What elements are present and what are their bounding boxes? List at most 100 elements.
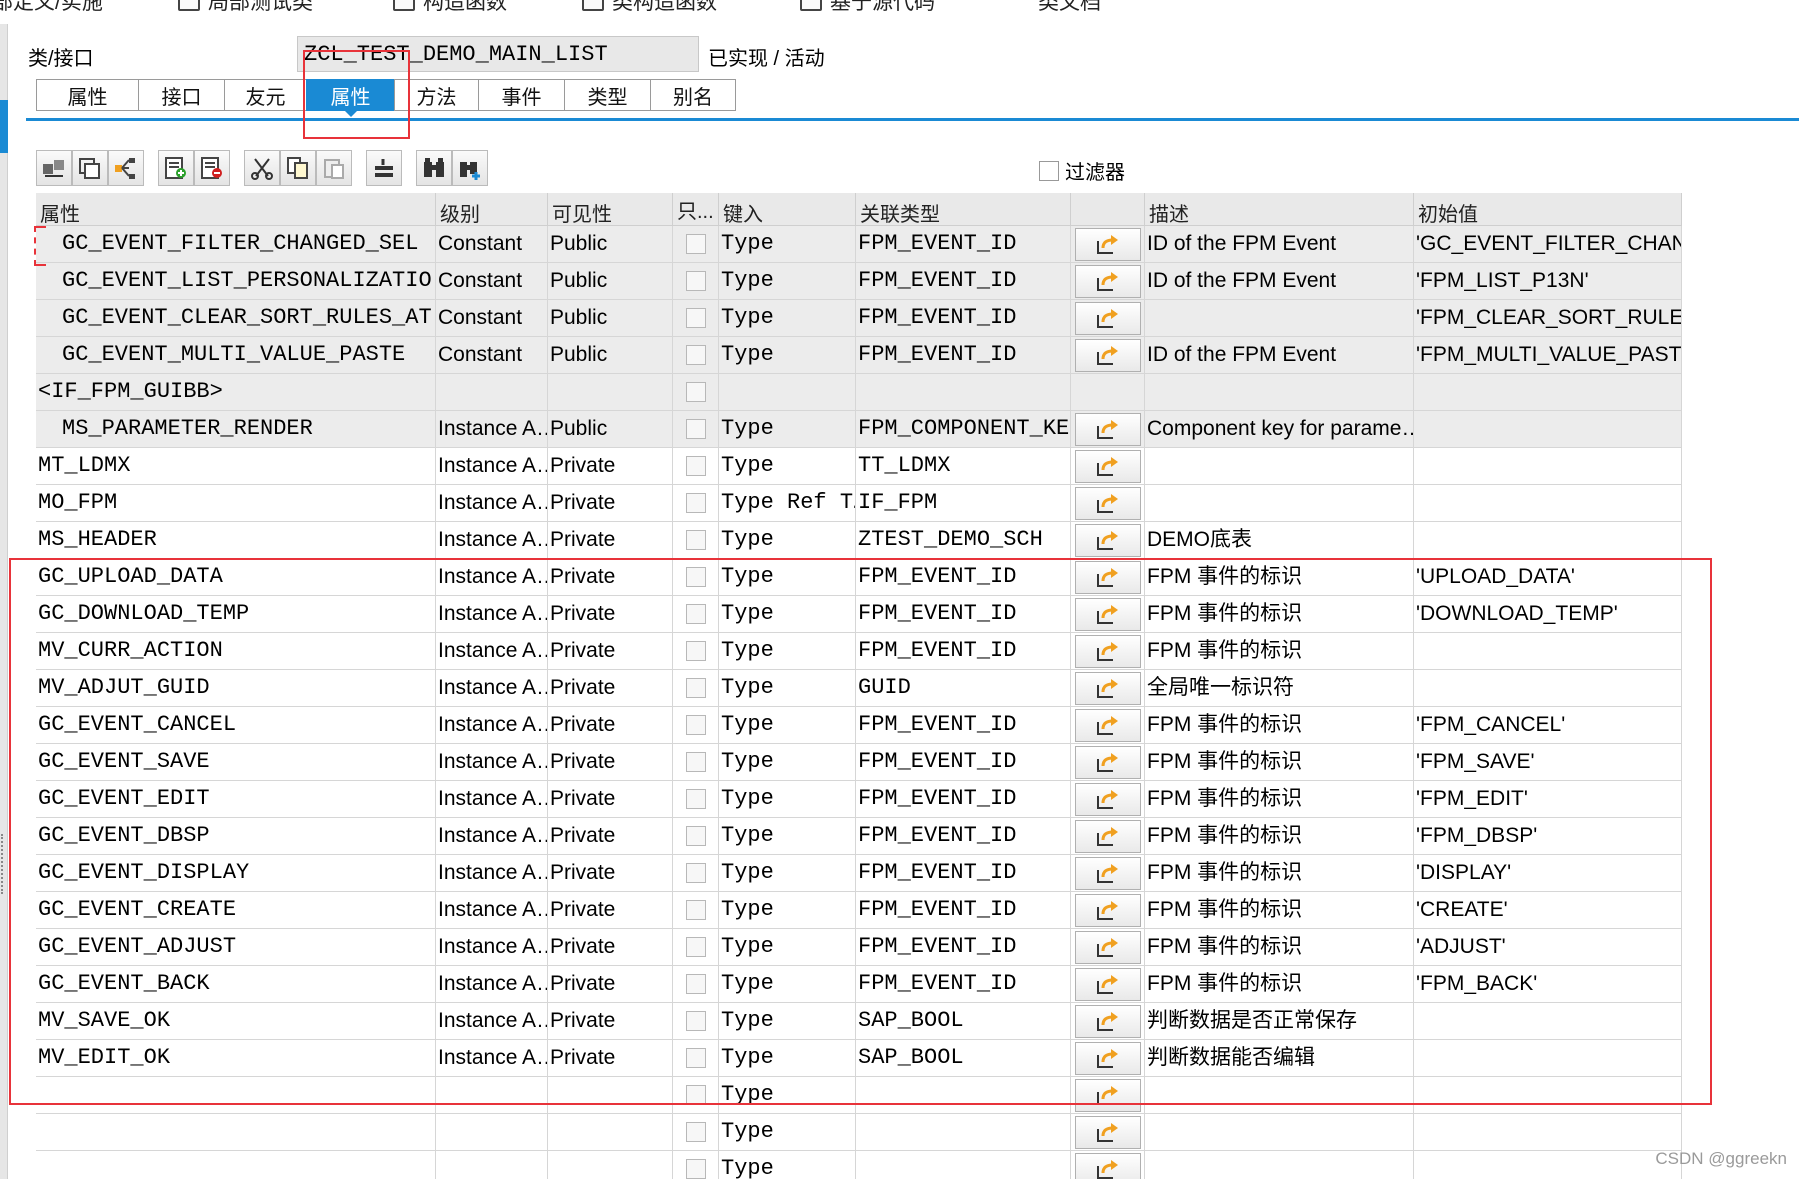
find-next-icon[interactable] [452, 150, 488, 186]
level-cell[interactable]: Instance A… [436, 522, 548, 558]
table-row[interactable]: <IF_FPM_GUIBB> [36, 374, 1682, 411]
level-cell[interactable] [436, 374, 548, 410]
initial-value-cell[interactable] [1414, 1114, 1682, 1150]
description-cell[interactable]: DEMO底表 [1145, 522, 1414, 558]
level-cell[interactable] [436, 1151, 548, 1179]
navigate-arrow-icon[interactable] [1074, 449, 1141, 483]
level-cell[interactable]: Constant [436, 226, 548, 262]
associated-type-cell[interactable]: FPM_EVENT_ID [856, 226, 1071, 262]
associated-type-cell[interactable] [856, 1114, 1071, 1150]
local-types-icon[interactable] [36, 150, 72, 186]
description-cell[interactable]: ID of the FPM Event [1145, 337, 1414, 373]
column-header-level[interactable]: 级别 [436, 193, 548, 225]
table-row[interactable]: Type [36, 1151, 1682, 1179]
visibility-cell[interactable]: Private [548, 485, 673, 521]
initial-value-cell[interactable] [1414, 411, 1682, 447]
typing-cell[interactable]: Type [719, 448, 856, 484]
associated-type-cell[interactable]: ZTEST_DEMO_SCH [856, 522, 1071, 558]
menu-item-class-constructor[interactable]: 类构造函数 [582, 0, 717, 16]
table-row[interactable]: MT_LDMX Instance A… Private Type TT_LDMX [36, 448, 1682, 485]
tab-friends[interactable]: 友元 [224, 79, 306, 111]
tab-properties[interactable]: 属性 [36, 79, 138, 111]
detail-icon[interactable] [366, 150, 402, 186]
navigate-arrow-icon[interactable] [1074, 264, 1141, 298]
readonly-checkbox[interactable] [685, 345, 706, 365]
readonly-checkbox[interactable] [685, 419, 706, 439]
typing-cell[interactable]: Type [719, 337, 856, 373]
insert-row-icon[interactable] [158, 150, 194, 186]
readonly-checkbox[interactable] [685, 493, 706, 513]
level-cell[interactable] [436, 1114, 548, 1150]
cut-icon[interactable] [244, 150, 280, 186]
menu-item-source-based[interactable]: 基于源代码 [800, 0, 935, 16]
typing-cell[interactable]: Type [719, 522, 856, 558]
attribute-cell[interactable]: <IF_FPM_GUIBB> [36, 374, 436, 410]
table-row[interactable]: GC_EVENT_MULTI_VALUE_PASTE Constant Public… [36, 337, 1682, 374]
menu-item-impl[interactable]: 部定义/实施 [0, 0, 103, 16]
typing-cell[interactable]: Type [719, 300, 856, 336]
attribute-cell[interactable]: MO_FPM [36, 485, 436, 521]
description-cell[interactable] [1145, 448, 1414, 484]
typing-cell[interactable]: Type Ref T… [719, 485, 856, 521]
hierarchy-icon[interactable] [108, 150, 144, 186]
description-cell[interactable]: ID of the FPM Event [1145, 263, 1414, 299]
readonly-checkbox[interactable] [685, 308, 706, 328]
menu-item-local-test[interactable]: 局部测试类 [178, 0, 313, 16]
visibility-cell[interactable]: Public [548, 337, 673, 373]
readonly-checkbox[interactable] [685, 530, 706, 550]
associated-type-cell[interactable]: TT_LDMX [856, 448, 1071, 484]
initial-value-cell[interactable] [1414, 374, 1682, 410]
delete-row-icon[interactable] [194, 150, 230, 186]
associated-type-cell[interactable]: FPM_EVENT_ID [856, 337, 1071, 373]
copy-icon[interactable] [280, 150, 316, 186]
navigate-arrow-icon[interactable] [1074, 412, 1141, 446]
associated-type-cell[interactable]: FPM_COMPONENT_KE… [856, 411, 1071, 447]
visibility-cell[interactable]: Public [548, 263, 673, 299]
initial-value-cell[interactable] [1414, 448, 1682, 484]
navigate-arrow-icon[interactable] [1074, 1152, 1141, 1179]
tab-interfaces[interactable]: 接口 [138, 79, 224, 111]
visibility-cell[interactable]: Public [548, 411, 673, 447]
associated-type-cell[interactable]: FPM_EVENT_ID [856, 300, 1071, 336]
column-header-typing[interactable]: 键入 [719, 193, 856, 225]
column-header-attribute[interactable]: 属性 [36, 193, 436, 225]
typing-cell[interactable]: Type [719, 226, 856, 262]
visibility-cell[interactable]: Private [548, 448, 673, 484]
navigate-arrow-icon[interactable] [1074, 338, 1141, 372]
visibility-cell[interactable]: Private [548, 522, 673, 558]
associated-type-cell[interactable] [856, 1151, 1071, 1179]
attribute-cell[interactable] [36, 1151, 436, 1179]
readonly-checkbox[interactable] [685, 456, 706, 476]
associated-type-cell[interactable]: IF_FPM [856, 485, 1071, 521]
attribute-cell[interactable] [36, 1114, 436, 1150]
level-cell[interactable]: Constant [436, 263, 548, 299]
level-cell[interactable]: Instance A… [436, 411, 548, 447]
initial-value-cell[interactable] [1414, 485, 1682, 521]
readonly-checkbox[interactable] [685, 234, 706, 254]
initial-value-cell[interactable]: 'FPM_MULTI_VALUE_PASTE' [1414, 337, 1682, 373]
table-row[interactable]: GC_EVENT_LIST_PERSONALIZATIO Constant Publ… [36, 263, 1682, 300]
filter-checkbox[interactable]: 过滤器 [1039, 156, 1125, 185]
level-cell[interactable]: Constant [436, 337, 548, 373]
typing-cell[interactable] [719, 374, 856, 410]
initial-value-cell[interactable]: 'FPM_CLEAR_SORT_RULES_… [1414, 300, 1682, 336]
column-header-description[interactable]: 描述 [1145, 193, 1414, 225]
table-row[interactable]: MS_PARAMETER_RENDER Instance A… Public Type… [36, 411, 1682, 448]
paste-icon[interactable] [316, 150, 352, 186]
attribute-cell[interactable]: GC_EVENT_MULTI_VALUE_PASTE [36, 337, 436, 373]
description-cell[interactable]: Component key for parame… [1145, 411, 1414, 447]
description-cell[interactable] [1145, 1114, 1414, 1150]
attribute-cell[interactable]: MS_PARAMETER_RENDER [36, 411, 436, 447]
readonly-checkbox[interactable] [685, 382, 706, 402]
typing-cell[interactable]: Type [719, 1114, 856, 1150]
readonly-checkbox[interactable] [685, 1122, 706, 1142]
navigate-icon[interactable] [72, 150, 108, 186]
tab-types[interactable]: 类型 [564, 79, 650, 111]
typing-cell[interactable]: Type [719, 263, 856, 299]
level-cell[interactable]: Instance A… [436, 448, 548, 484]
attribute-cell[interactable]: MS_HEADER [36, 522, 436, 558]
typing-cell[interactable]: Type [719, 411, 856, 447]
table-row[interactable]: GC_EVENT_CLEAR_SORT_RULES_AT Constant Publ… [36, 300, 1682, 337]
table-row[interactable]: Type [36, 1114, 1682, 1151]
initial-value-cell[interactable] [1414, 522, 1682, 558]
